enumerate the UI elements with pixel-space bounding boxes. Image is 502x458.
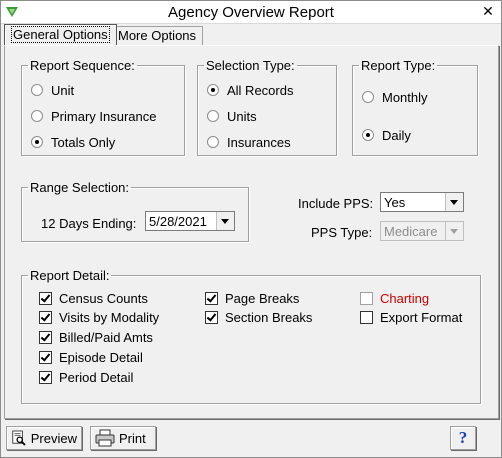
tab-general-options[interactable]: General Options xyxy=(4,24,117,45)
tab-general-options-label: General Options xyxy=(11,26,110,43)
radio-insurances-indicator[interactable] xyxy=(207,136,219,148)
check-period-detail-label: Period Detail xyxy=(59,369,134,385)
check-section-breaks[interactable]: Section Breaks xyxy=(205,309,312,325)
check-census-counts-box[interactable] xyxy=(39,291,52,305)
check-section-breaks-label: Section Breaks xyxy=(225,309,313,325)
tab-more-options-label: More Options xyxy=(118,28,197,43)
check-episode-detail-box[interactable] xyxy=(39,350,52,364)
tab-more-options[interactable]: More Options xyxy=(111,26,204,45)
check-section-breaks-box[interactable] xyxy=(205,310,218,324)
pps-type-select[interactable]: Medicare xyxy=(380,221,464,241)
printer-icon xyxy=(95,429,115,447)
days-ending-label: 12 Days Ending: xyxy=(41,216,137,231)
check-export-format-box[interactable] xyxy=(360,310,373,324)
check-export-format[interactable]: Export Format xyxy=(360,309,462,325)
radio-primary-insurance-indicator[interactable] xyxy=(31,110,43,122)
report-type-legend: Report Type: xyxy=(361,58,436,73)
date-ending-combo[interactable]: 5/28/2021 xyxy=(145,211,235,231)
radio-all-records[interactable]: All Records xyxy=(207,82,293,98)
report-window: Agency Overview Report ✕ General Options… xyxy=(0,0,502,458)
check-period-detail[interactable]: Period Detail xyxy=(39,369,133,385)
check-billed-paid-amts-label: Billed/Paid Amts xyxy=(59,329,153,345)
report-sequence-legend: Report Sequence: xyxy=(30,58,135,73)
radio-all-records-label: All Records xyxy=(227,82,294,98)
radio-totals-only-indicator[interactable] xyxy=(31,136,43,148)
radio-monthly-indicator[interactable] xyxy=(362,91,374,103)
general-options-panel: Report Sequence: Unit Primary Insurance … xyxy=(4,45,499,419)
check-episode-detail-label: Episode Detail xyxy=(59,349,143,365)
check-visits-by-modality-label: Visits by Modality xyxy=(59,309,160,325)
check-page-breaks-box[interactable] xyxy=(205,291,218,305)
radio-monthly[interactable]: Monthly xyxy=(362,89,428,105)
pps-type-label: PPS Type: xyxy=(311,225,373,240)
check-charting-label: Charting xyxy=(380,290,430,306)
check-page-breaks-label: Page Breaks xyxy=(225,290,300,306)
check-charting[interactable]: Charting xyxy=(360,290,429,306)
check-page-breaks[interactable]: Page Breaks xyxy=(205,290,299,306)
include-pps-dropdown-icon[interactable] xyxy=(445,193,463,211)
bottom-button-bar: Preview Print ? xyxy=(4,422,497,454)
range-selection-legend: Range Selection: xyxy=(30,180,130,195)
title-bar: Agency Overview Report ✕ xyxy=(1,1,501,24)
radio-insurances[interactable]: Insurances xyxy=(207,134,291,150)
radio-primary-insurance[interactable]: Primary Insurance xyxy=(31,108,156,124)
radio-totals-only[interactable]: Totals Only xyxy=(31,134,115,150)
help-icon: ? xyxy=(458,428,468,447)
radio-units[interactable]: Units xyxy=(207,108,257,124)
include-pps-select[interactable]: Yes xyxy=(380,192,464,212)
radio-units-indicator[interactable] xyxy=(207,110,219,122)
check-billed-paid-amts-box[interactable] xyxy=(39,330,52,344)
radio-unit-label: Unit xyxy=(51,82,75,98)
check-charting-box[interactable] xyxy=(360,291,373,305)
window-title: Agency Overview Report xyxy=(168,4,334,21)
check-visits-by-modality[interactable]: Visits by Modality xyxy=(39,309,159,325)
radio-units-label: Units xyxy=(227,108,257,124)
print-button[interactable]: Print xyxy=(90,426,156,450)
print-button-label: Print xyxy=(119,430,146,446)
radio-daily-indicator[interactable] xyxy=(362,129,374,141)
preview-button[interactable]: Preview xyxy=(6,426,82,450)
radio-unit-indicator[interactable] xyxy=(31,84,43,96)
check-visits-by-modality-box[interactable] xyxy=(39,310,52,324)
check-period-detail-box[interactable] xyxy=(39,370,52,384)
radio-insurances-label: Insurances xyxy=(227,134,291,150)
radio-monthly-label: Monthly xyxy=(382,89,428,105)
check-census-counts[interactable]: Census Counts xyxy=(39,290,148,306)
preview-button-label: Preview xyxy=(30,430,77,446)
close-icon[interactable]: ✕ xyxy=(479,3,497,20)
radio-totals-only-label: Totals Only xyxy=(51,134,116,150)
radio-daily-label: Daily xyxy=(382,127,411,143)
include-pps-value: Yes xyxy=(384,195,406,210)
preview-icon xyxy=(12,430,26,446)
check-census-counts-label: Census Counts xyxy=(59,290,148,306)
check-episode-detail[interactable]: Episode Detail xyxy=(39,349,143,365)
pps-type-dropdown-icon[interactable] xyxy=(445,222,463,240)
date-dropdown-icon[interactable] xyxy=(216,212,234,230)
check-billed-paid-amts[interactable]: Billed/Paid Amts xyxy=(39,329,153,345)
pps-type-value: Medicare xyxy=(384,224,438,239)
check-export-format-label: Export Format xyxy=(380,309,463,325)
include-pps-label: Include PPS: xyxy=(298,196,374,211)
radio-all-records-indicator[interactable] xyxy=(207,84,219,96)
radio-unit[interactable]: Unit xyxy=(31,82,74,98)
selection-type-legend: Selection Type: xyxy=(206,58,295,73)
date-ending-value: 5/28/2021 xyxy=(149,214,207,229)
radio-daily[interactable]: Daily xyxy=(362,127,411,143)
report-detail-legend: Report Detail: xyxy=(30,268,110,283)
radio-primary-insurance-label: Primary Insurance xyxy=(51,108,157,124)
help-button[interactable]: ? xyxy=(450,426,476,450)
